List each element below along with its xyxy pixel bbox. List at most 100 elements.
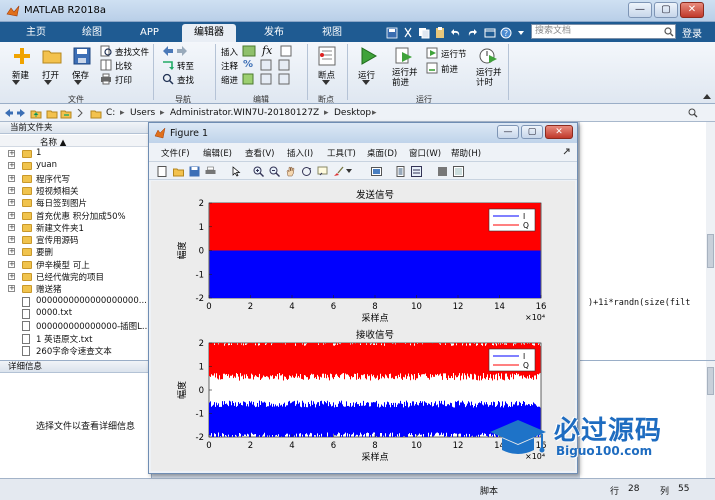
run-section-icon[interactable]: [426, 47, 438, 59]
chevron-down-icon[interactable]: [362, 80, 370, 86]
hide-plot-tools-icon[interactable]: [437, 166, 448, 177]
figure-minimize-button[interactable]: —: [497, 125, 519, 139]
menu-file[interactable]: 文件(F): [161, 147, 190, 159]
tab-view[interactable]: 视图: [310, 24, 354, 42]
path-segment-user[interactable]: Administrator.WIN7U-20180127Z: [170, 108, 319, 118]
print-button[interactable]: 打印: [115, 74, 132, 86]
chevron-down-icon[interactable]: [346, 169, 352, 174]
tab-publish[interactable]: 发布: [252, 24, 296, 42]
find-icon[interactable]: [162, 73, 174, 85]
compare-button[interactable]: 比较: [115, 60, 132, 72]
new-figure-icon[interactable]: [157, 166, 168, 177]
print-figure-icon[interactable]: [205, 166, 216, 177]
new-file-icon[interactable]: [12, 46, 32, 66]
expand-icon[interactable]: +: [8, 223, 15, 231]
menu-view[interactable]: 查看(V): [245, 147, 274, 159]
run-and-time-button[interactable]: 运行并 计时: [476, 68, 502, 88]
menu-tools[interactable]: 工具(T): [327, 147, 356, 159]
login-link[interactable]: 登录: [682, 25, 702, 40]
minimize-button[interactable]: —: [628, 2, 652, 18]
folder-row[interactable]: + 已经代做完的项目: [0, 271, 151, 283]
expand-icon[interactable]: +: [8, 248, 15, 256]
chevron-down-icon[interactable]: [12, 80, 20, 86]
advance-icon[interactable]: [426, 62, 438, 74]
tab-plots[interactable]: 绘图: [70, 24, 114, 42]
expand-icon[interactable]: +: [8, 236, 15, 244]
maximize-button[interactable]: ▢: [654, 2, 678, 18]
link-plot-icon[interactable]: [371, 166, 382, 177]
dock-arrow-icon[interactable]: [563, 148, 571, 156]
expand-icon[interactable]: +: [8, 162, 15, 170]
file-row[interactable]: 000000000000000-插图L...: [0, 320, 151, 332]
open-folder-icon[interactable]: [42, 46, 62, 66]
path-segment-drive[interactable]: C:: [106, 108, 115, 118]
run-icon[interactable]: [358, 46, 378, 66]
undo-quick-icon[interactable]: [450, 27, 462, 39]
tab-editor[interactable]: 编辑器: [182, 24, 236, 42]
brush-icon[interactable]: [333, 166, 344, 177]
pan-hand-icon[interactable]: [285, 166, 296, 177]
cut-quick-icon[interactable]: [402, 27, 414, 39]
folder-row[interactable]: +1: [0, 148, 151, 160]
figure-title-bar[interactable]: Figure 1 — ▢ ✕: [149, 123, 577, 143]
data-cursor-icon[interactable]: [317, 166, 328, 177]
folder-row[interactable]: + 首充优惠 积分加成50%: [0, 210, 151, 222]
find-files-button[interactable]: 查找文件: [115, 46, 149, 58]
expand-icon[interactable]: +: [8, 174, 15, 182]
paste-quick-icon[interactable]: [434, 27, 446, 39]
insert-section-icon[interactable]: [242, 45, 256, 57]
collapse-ribbon-icon[interactable]: [703, 94, 711, 100]
printer-icon[interactable]: [100, 73, 112, 85]
file-row[interactable]: 1 英语原文.txt: [0, 333, 151, 345]
tab-home[interactable]: 主页: [14, 24, 58, 42]
close-button[interactable]: ✕: [680, 2, 704, 18]
goto-button[interactable]: 转至: [177, 60, 194, 72]
run-section-button[interactable]: 运行节: [441, 48, 467, 60]
insert-text-icon[interactable]: [280, 45, 292, 57]
insert-button[interactable]: 插入: [221, 46, 238, 58]
expand-icon[interactable]: +: [8, 273, 15, 280]
wrap-comments-icon[interactable]: [278, 59, 290, 71]
pointer-icon[interactable]: [231, 166, 242, 177]
expand-icon[interactable]: +: [8, 150, 15, 157]
folder-row[interactable]: + 要删: [0, 246, 151, 258]
up-folder-icon[interactable]: [30, 107, 42, 119]
tab-apps[interactable]: APP: [128, 24, 171, 42]
file-row[interactable]: 0000000000000000000...: [0, 296, 151, 308]
chevron-down-icon[interactable]: [44, 80, 52, 86]
folder-row[interactable]: + yuan: [0, 160, 151, 172]
comment-button[interactable]: 注释: [221, 60, 238, 72]
forward-icon[interactable]: [16, 108, 26, 118]
breakpoints-icon[interactable]: [318, 46, 336, 66]
editor-pane[interactable]: )+1i*randn(size(filt: [580, 122, 715, 360]
folder-row[interactable]: + 赠送猪: [0, 283, 151, 295]
menu-desktop[interactable]: 桌面(D): [367, 147, 397, 159]
search-documentation-input[interactable]: 搜索文档: [531, 24, 676, 39]
browse-folder-icon[interactable]: [46, 107, 58, 119]
colorbar-icon[interactable]: [395, 166, 406, 177]
save-quick-icon[interactable]: [386, 27, 398, 39]
figure-close-button[interactable]: ✕: [545, 125, 573, 139]
chevron-down-icon[interactable]: [74, 80, 82, 86]
expand-icon[interactable]: +: [8, 285, 15, 293]
folder-row[interactable]: + 每日签到图片: [0, 197, 151, 209]
menu-edit[interactable]: 编辑(E): [203, 147, 232, 159]
run-and-advance-icon[interactable]: [394, 46, 414, 66]
zoom-out-icon[interactable]: [269, 166, 280, 177]
find-files-icon[interactable]: [100, 45, 112, 57]
chevron-down-icon[interactable]: [322, 80, 330, 86]
back-icon[interactable]: [4, 108, 14, 118]
rotate-3d-icon[interactable]: [301, 166, 312, 177]
show-plot-tools-icon[interactable]: [453, 166, 464, 177]
indent-decrease-icon[interactable]: [278, 73, 290, 85]
back-arrow-icon[interactable]: [162, 45, 174, 57]
indent-button[interactable]: 缩进: [221, 74, 238, 86]
save-icon[interactable]: [72, 46, 92, 66]
comment-block-icon[interactable]: [260, 59, 272, 71]
figure-maximize-button[interactable]: ▢: [521, 125, 543, 139]
help-quick-icon[interactable]: ?: [500, 27, 512, 39]
save-figure-icon[interactable]: [189, 166, 200, 177]
path-segment-users[interactable]: Users: [130, 108, 155, 118]
chevron-down-icon[interactable]: [517, 29, 525, 37]
smart-indent-icon[interactable]: [242, 73, 254, 85]
